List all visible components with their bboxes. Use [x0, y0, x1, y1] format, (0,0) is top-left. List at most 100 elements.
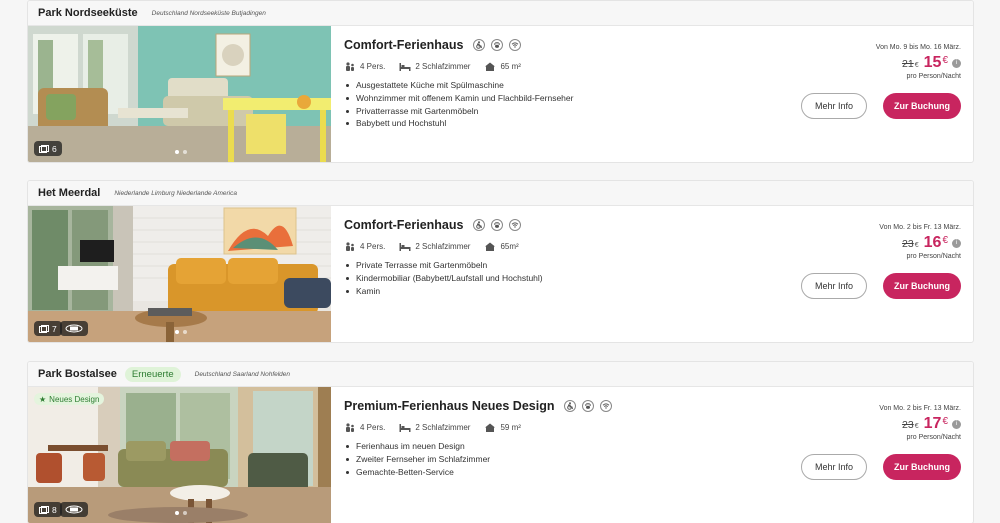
listing-card: Park Nordseeküste Deutschland Nordseeküs… [27, 0, 974, 163]
house-icon [485, 423, 496, 432]
price-box: Von Mo. 2 bis Fr. 13 März. 23 € 16 € i pro… [879, 224, 961, 260]
tour-360-icon[interactable] [60, 321, 88, 336]
star-icon: ★ [39, 394, 47, 404]
feature-item: Ferienhaus im neuen Design [344, 440, 973, 453]
park-name[interactable]: Park Nordseeküste [38, 7, 138, 19]
spec-bedrooms: 2 Schlafzimmer [399, 423, 470, 432]
house-title[interactable]: Premium-Ferienhaus Neues Design [344, 399, 554, 413]
wheelchair-icon [473, 39, 486, 51]
price-info-icon[interactable]: i [952, 58, 961, 68]
wifi-icon [600, 400, 613, 412]
gallery-icon [39, 144, 49, 153]
park-name[interactable]: Het Meerdal [38, 187, 100, 199]
spec-bedrooms: 2 Schlafzimmer [399, 242, 470, 251]
new-price: 16 [923, 234, 942, 251]
carousel-dots[interactable] [175, 511, 187, 515]
wheelchair-icon [473, 219, 486, 231]
per-person-label: pro Person/Nacht [906, 253, 961, 260]
date-range: Von Mo. 2 bis Fr. 13 März. [879, 405, 961, 412]
book-button[interactable]: Zur Buchung [883, 93, 961, 119]
old-price: 21 [902, 58, 914, 70]
listing-photo[interactable]: 6 [28, 26, 331, 162]
tour-360-icon[interactable] [60, 502, 88, 517]
feature-item: Wohnzimmer mit offenem Kamin und Flachbi… [344, 92, 973, 105]
photo-count: 6 [52, 143, 57, 154]
persons-icon [346, 62, 354, 71]
old-price-currency: € [914, 242, 919, 249]
per-person-label: pro Person/Nacht [906, 73, 961, 80]
new-design-badge: ★ Neues Design [34, 393, 105, 405]
living-room-photo [28, 26, 331, 162]
listing-photo[interactable]: 7 [28, 206, 331, 342]
more-info-button[interactable]: Mehr Info [801, 273, 867, 299]
book-button[interactable]: Zur Buchung [883, 273, 961, 299]
park-location: Deutschland Nordseeküste Butjadingen [151, 9, 266, 17]
pet-icon [582, 400, 595, 412]
card-header: Het Meerdal Niederlande Limburg Niederla… [28, 181, 973, 206]
price-box: Von Mo. 2 bis Fr. 13 März. 23 € 17 € i pro… [879, 405, 961, 441]
photo-count: 8 [52, 504, 57, 515]
old-price: 23 [902, 238, 914, 250]
park-name[interactable]: Park Bostalsee [38, 368, 117, 380]
photo-count-badge[interactable]: 7 [34, 321, 62, 336]
new-price-currency: € [942, 416, 948, 427]
listing-card: Het Meerdal Niederlande Limburg Niederla… [27, 180, 974, 343]
house-icon [485, 242, 496, 251]
feature-list: Ausgestattete Küche mit Spülmaschine Woh… [344, 79, 973, 130]
book-button[interactable]: Zur Buchung [883, 454, 961, 480]
house-title[interactable]: Comfort-Ferienhaus [344, 38, 463, 52]
photo-count-badge[interactable]: 6 [34, 141, 62, 156]
listing-photo[interactable]: ★ Neues Design 8 [28, 387, 331, 523]
feature-item: Kindermobiliar (Babybett/Laufstall und H… [344, 272, 973, 285]
spec-area: 65m² [484, 242, 519, 251]
price-info-icon[interactable]: i [952, 419, 961, 429]
park-location: Niederlande Limburg Niederlande America [114, 189, 237, 197]
old-price-currency: € [914, 423, 919, 430]
more-info-button[interactable]: Mehr Info [801, 454, 867, 480]
gallery-icon [39, 324, 49, 333]
price-info-icon[interactable]: i [952, 238, 961, 248]
spec-bedrooms: 2 Schlafzimmer [399, 62, 470, 71]
feature-item: Babybett und Hochstuhl [344, 117, 973, 130]
feature-item: Gemachte-Betten-Service [344, 466, 973, 479]
bed-icon [399, 243, 411, 251]
wifi-icon [509, 219, 522, 231]
carousel-dots[interactable] [175, 150, 187, 154]
listing-card: Park Bostalsee Erneuerte Deutschland Saa… [27, 361, 974, 523]
spec-persons: 4 Pers. [344, 242, 385, 251]
new-price: 17 [923, 415, 942, 432]
date-range: Von Mo. 2 bis Fr. 13 März. [879, 224, 961, 231]
old-price: 23 [902, 419, 914, 431]
house-title[interactable]: Comfort-Ferienhaus [344, 218, 463, 232]
carousel-dots[interactable] [175, 330, 187, 334]
wifi-icon [509, 39, 522, 51]
pet-icon [491, 39, 504, 51]
feature-list: Private Terrasse mit Gartenmöbeln Kinder… [344, 259, 973, 297]
listing-info: Comfort-Ferienhaus 4 Pers. 2 Schlafzimme… [331, 26, 973, 162]
feature-item: Private Terrasse mit Gartenmöbeln [344, 259, 973, 272]
feature-item: Privatterrasse mit Gartenmöbeln [344, 105, 973, 118]
photo-count-badge[interactable]: 8 [34, 502, 62, 517]
feature-item: Zweiter Fernseher im Schlafzimmer [344, 453, 973, 466]
pet-icon [491, 219, 504, 231]
gallery-icon [39, 505, 49, 514]
per-person-label: pro Person/Nacht [906, 434, 961, 441]
new-price-currency: € [942, 235, 948, 246]
listing-info: Comfort-Ferienhaus 4 Pers. 2 Schlafzimme… [331, 206, 973, 342]
date-range: Von Mo. 9 bis Mo. 16 März. [875, 44, 961, 51]
house-icon [485, 62, 496, 71]
new-price-currency: € [942, 55, 948, 66]
photo-count: 7 [52, 323, 57, 334]
feature-list: Ferienhaus im neuen Design Zweiter Ferns… [344, 440, 973, 478]
spec-area: 65 m² [484, 62, 521, 71]
spec-area: 59 m² [484, 423, 521, 432]
persons-icon [346, 423, 354, 432]
spec-persons: 4 Pers. [344, 423, 385, 432]
renewed-badge: Erneuerte [124, 366, 181, 382]
listing-info: Premium-Ferienhaus Neues Design 4 Pers. … [331, 387, 973, 523]
park-location: Deutschland Saarland Nohfelden [194, 370, 291, 378]
persons-icon [346, 242, 354, 251]
price-box: Von Mo. 9 bis Mo. 16 März. 21 € 15 € i pro… [876, 44, 961, 80]
more-info-button[interactable]: Mehr Info [801, 93, 867, 119]
bed-icon [399, 424, 411, 432]
